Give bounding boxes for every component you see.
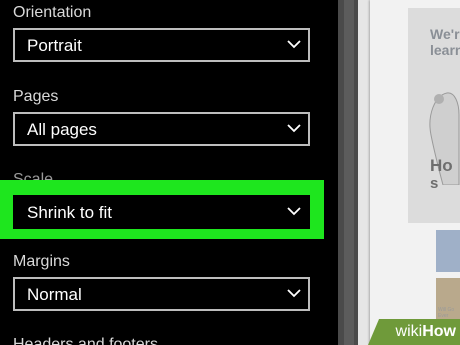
- watermark-brand-bold: How: [422, 323, 456, 340]
- chevron-down-icon: [287, 124, 301, 133]
- watermark-brand-light: wiki: [395, 323, 423, 340]
- scrollbar-thumb[interactable]: [344, 0, 354, 345]
- settings-panel: Orientation Portrait Pages All pages Sca…: [0, 0, 338, 345]
- scale-select[interactable]: Shrink to fit: [13, 195, 310, 229]
- margins-select[interactable]: Normal: [13, 277, 310, 311]
- scale-value: Shrink to fit: [27, 203, 113, 222]
- orientation-label: Orientation: [13, 4, 92, 21]
- preview-hero-text: s: [430, 175, 439, 192]
- pages-value: All pages: [27, 120, 97, 139]
- chevron-down-icon: [287, 207, 301, 216]
- orientation-select[interactable]: Portrait: [13, 28, 310, 62]
- headers-footers-label: Headers and footers: [13, 336, 158, 345]
- margins-value: Normal: [27, 285, 82, 304]
- chevron-down-icon: [287, 40, 301, 49]
- chevron-down-icon: [287, 289, 301, 298]
- preview-text-line: learn: [430, 42, 460, 58]
- pages-select[interactable]: All pages: [13, 112, 310, 146]
- margins-label: Margins: [13, 253, 70, 270]
- pages-label: Pages: [13, 88, 59, 105]
- preview-hero-text: Ho: [430, 156, 453, 175]
- preview-thumbnail: [436, 230, 460, 272]
- orientation-value: Portrait: [27, 36, 82, 55]
- wikihow-watermark: wikiHow: [368, 319, 460, 345]
- preview-thumbnail-caption: Will Go Ever: [438, 307, 455, 319]
- print-dialog: Orientation Portrait Pages All pages Sca…: [0, 0, 460, 345]
- preview-text-line: We'r: [430, 26, 460, 42]
